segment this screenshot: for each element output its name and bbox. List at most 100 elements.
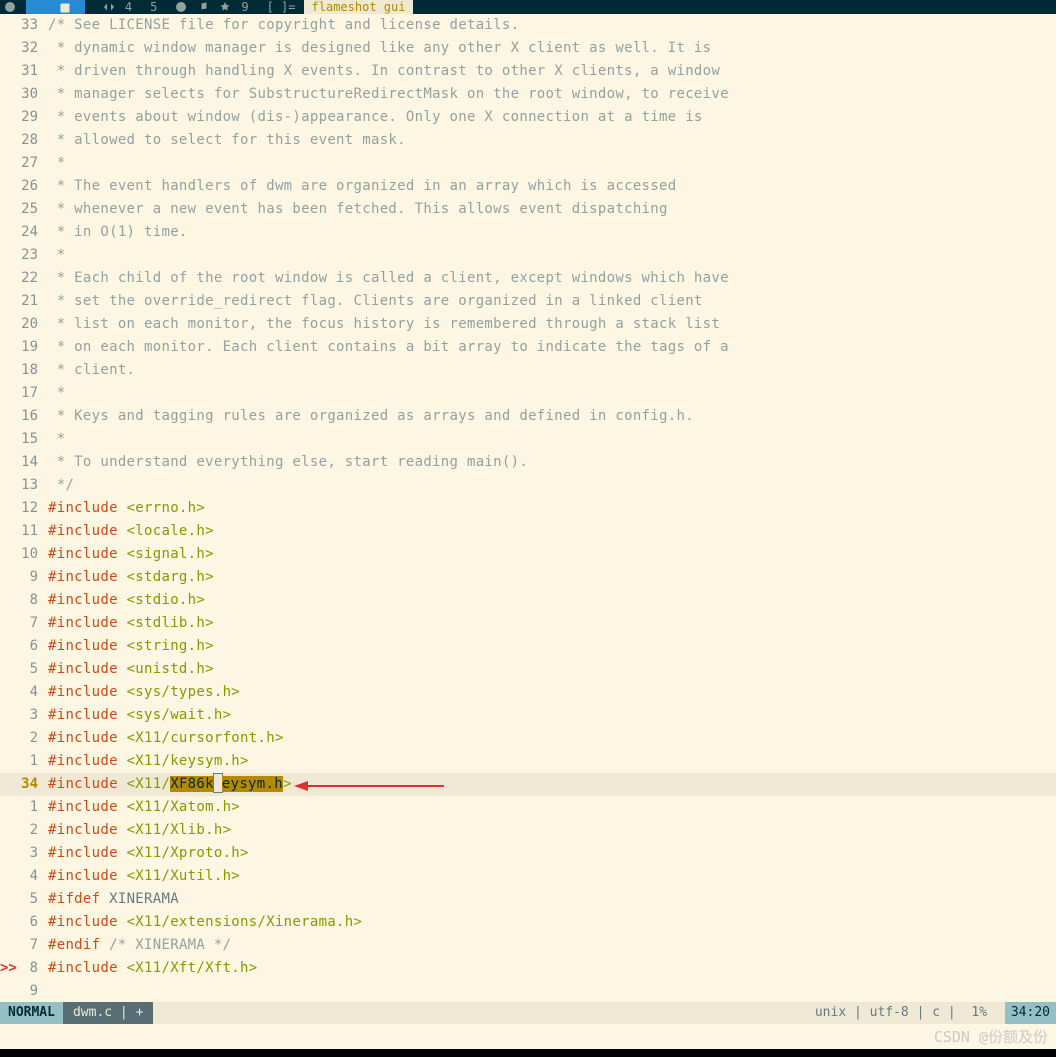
- code-content: #include <sys/wait.h>: [44, 704, 1056, 727]
- code-line[interactable]: 27 *: [0, 152, 1056, 175]
- editor-viewport[interactable]: 33/* See LICENSE file for copyright and …: [0, 14, 1056, 1002]
- code-line[interactable]: 4#include <sys/types.h>: [0, 681, 1056, 704]
- code-line[interactable]: 9: [0, 980, 1056, 1002]
- line-number: 2: [0, 819, 44, 842]
- code-line[interactable]: 23 *: [0, 244, 1056, 267]
- line-number: 4: [0, 681, 44, 704]
- code-content: * The event handlers of dwm are organize…: [44, 175, 1056, 198]
- line-number: 22: [0, 267, 44, 290]
- code-content: #include <X11/extensions/Xinerama.h>: [44, 911, 1056, 934]
- line-number: 19: [0, 336, 44, 359]
- code-content: * allowed to select for this event mask.: [44, 129, 1056, 152]
- watermark: CSDN @份额及份: [0, 1024, 1056, 1049]
- code-content: * driven through handling X events. In c…: [44, 60, 1056, 83]
- code-content: #include <X11/cursorfont.h>: [44, 727, 1056, 750]
- code-line[interactable]: 25 * whenever a new event has been fetch…: [0, 198, 1056, 221]
- code-content: #include <stdarg.h>: [44, 566, 1056, 589]
- code-line[interactable]: 15 *: [0, 428, 1056, 451]
- code-line[interactable]: 3#include <sys/wait.h>: [0, 704, 1056, 727]
- line-number: 1: [0, 750, 44, 773]
- code-content: #include <X11/XF86keysym.h>: [44, 773, 1056, 796]
- code-content: #include <X11/Xlib.h>: [44, 819, 1056, 842]
- code-line[interactable]: 6#include <X11/extensions/Xinerama.h>: [0, 911, 1056, 934]
- line-number: 3: [0, 704, 44, 727]
- cursor-position: 34:20: [1005, 1002, 1056, 1024]
- code-line[interactable]: 7#endif /* XINERAMA */: [0, 934, 1056, 957]
- line-number: 9: [0, 566, 44, 589]
- tag-4[interactable]: 4: [125, 0, 132, 14]
- code-content: */: [44, 474, 1056, 497]
- code-content: #include <stdio.h>: [44, 589, 1056, 612]
- code-line[interactable]: 2#include <X11/cursorfont.h>: [0, 727, 1056, 750]
- code-line[interactable]: 19 * on each monitor. Each client contai…: [0, 336, 1056, 359]
- code-line[interactable]: 5#ifdef XINERAMA: [0, 888, 1056, 911]
- code-content: #include <X11/Xft/Xft.h>: [44, 957, 1056, 980]
- line-number: 25: [0, 198, 44, 221]
- annotation-arrow: [294, 779, 444, 793]
- code-content: #endif /* XINERAMA */: [44, 934, 1056, 957]
- code-line[interactable]: 31 * driven through handling X events. I…: [0, 60, 1056, 83]
- code-line[interactable]: 6#include <string.h>: [0, 635, 1056, 658]
- line-number: 26: [0, 175, 44, 198]
- chat-icon: [219, 1, 231, 13]
- code-content: #include <unistd.h>: [44, 658, 1056, 681]
- code-line[interactable]: 7#include <stdlib.h>: [0, 612, 1056, 635]
- code-content: #include <X11/Xproto.h>: [44, 842, 1056, 865]
- code-line[interactable]: 12#include <errno.h>: [0, 497, 1056, 520]
- code-line[interactable]: 20 * list on each monitor, the focus his…: [0, 313, 1056, 336]
- code-content: * client.: [44, 359, 1056, 382]
- code-line[interactable]: 10#include <signal.h>: [0, 543, 1056, 566]
- tag-5[interactable]: 5: [150, 0, 157, 14]
- line-number: 13: [0, 474, 44, 497]
- tag-9[interactable]: 9: [241, 0, 248, 14]
- code-content: [44, 980, 1056, 1002]
- code-line[interactable]: 26 * The event handlers of dwm are organ…: [0, 175, 1056, 198]
- line-number: 11: [0, 520, 44, 543]
- code-line[interactable]: 30 * manager selects for SubstructureRed…: [0, 83, 1056, 106]
- code-line[interactable]: 9#include <stdarg.h>: [0, 566, 1056, 589]
- code-line[interactable]: 4#include <X11/Xutil.h>: [0, 865, 1056, 888]
- code-line[interactable]: 3#include <X11/Xproto.h>: [0, 842, 1056, 865]
- code-content: *: [44, 244, 1056, 267]
- code-line[interactable]: 24 * in O(1) time.: [0, 221, 1056, 244]
- code-line[interactable]: 14 * To understand everything else, star…: [0, 451, 1056, 474]
- line-number: 4: [0, 865, 44, 888]
- code-content: * dynamic window manager is designed lik…: [44, 37, 1056, 60]
- code-line[interactable]: 17 *: [0, 382, 1056, 405]
- line-number: 23: [0, 244, 44, 267]
- code-line[interactable]: 13 */: [0, 474, 1056, 497]
- line-number: 33: [0, 14, 44, 37]
- code-line[interactable]: 8#include <stdio.h>: [0, 589, 1056, 612]
- code-line[interactable]: 34#include <X11/XF86keysym.h>: [0, 773, 1056, 796]
- code-line[interactable]: 33/* See LICENSE file for copyright and …: [0, 14, 1056, 37]
- code-line[interactable]: 32 * dynamic window manager is designed …: [0, 37, 1056, 60]
- code-content: #include <X11/Xutil.h>: [44, 865, 1056, 888]
- statusline: NORMAL dwm.c | + unix | utf-8 | c | 1% 3…: [0, 1002, 1056, 1024]
- code-content: #include <X11/Xatom.h>: [44, 796, 1056, 819]
- code-line[interactable]: 28 * allowed to select for this event ma…: [0, 129, 1056, 152]
- line-number: 6: [0, 635, 44, 658]
- line-number: 32: [0, 37, 44, 60]
- code-content: #include <locale.h>: [44, 520, 1056, 543]
- code-content: * Each child of the root window is calle…: [44, 267, 1056, 290]
- code-line[interactable]: 22 * Each child of the root window is ca…: [0, 267, 1056, 290]
- code-line[interactable]: 5#include <unistd.h>: [0, 658, 1056, 681]
- code-line[interactable]: 29 * events about window (dis-)appearanc…: [0, 106, 1056, 129]
- code-line[interactable]: 2#include <X11/Xlib.h>: [0, 819, 1056, 842]
- code-line[interactable]: 21 * set the override_redirect flag. Cli…: [0, 290, 1056, 313]
- line-number: 31: [0, 60, 44, 83]
- mode-indicator: NORMAL: [0, 1002, 63, 1024]
- code-content: * events about window (dis-)appearance. …: [44, 106, 1056, 129]
- line-number: 17: [0, 382, 44, 405]
- code-line[interactable]: >>8#include <X11/Xft/Xft.h>: [0, 957, 1056, 980]
- line-number: 34: [0, 773, 44, 796]
- code-line[interactable]: 1#include <X11/Xatom.h>: [0, 796, 1056, 819]
- layout-symbol[interactable]: [ ]=: [267, 0, 296, 14]
- code-line[interactable]: 11#include <locale.h>: [0, 520, 1056, 543]
- code-line[interactable]: 18 * client.: [0, 359, 1056, 382]
- code-line[interactable]: 1#include <X11/keysym.h>: [0, 750, 1056, 773]
- code-line[interactable]: 16 * Keys and tagging rules are organize…: [0, 405, 1056, 428]
- line-number: 18: [0, 359, 44, 382]
- code-content: *: [44, 152, 1056, 175]
- chrome-icon: [4, 1, 16, 13]
